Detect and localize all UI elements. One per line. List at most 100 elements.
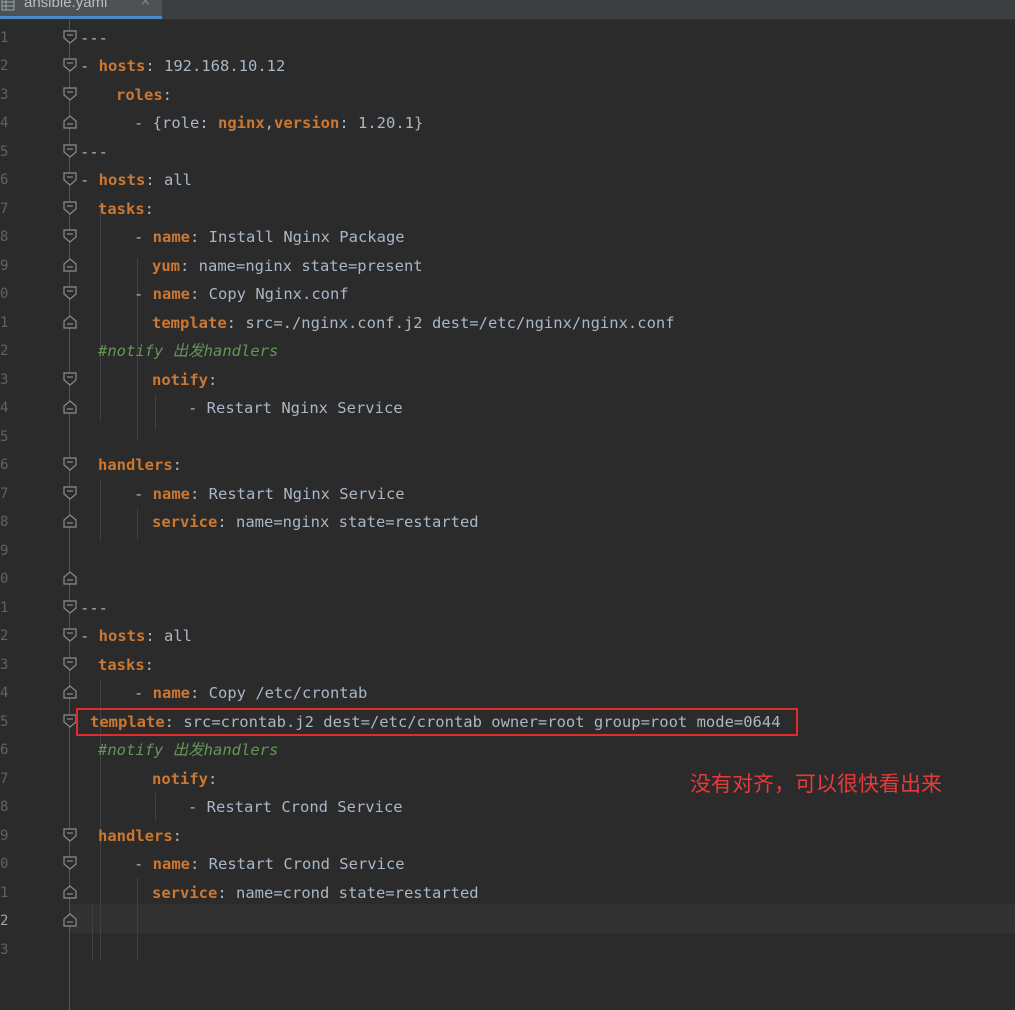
line-number: 0 bbox=[0, 571, 9, 587]
yaml-comment: #notify 出发handlers bbox=[98, 342, 279, 360]
code-line[interactable]: notify: bbox=[152, 770, 217, 788]
fold-collapse-icon[interactable] bbox=[63, 628, 77, 642]
fold-collapse-icon[interactable] bbox=[63, 713, 77, 728]
line-number: 7 bbox=[0, 485, 9, 502]
tab-ansible-yaml[interactable]: ansible.yaml × bbox=[0, 0, 162, 19]
code-line[interactable]: handlers: bbox=[98, 456, 182, 474]
fold-collapse-icon[interactable] bbox=[63, 286, 77, 300]
code-line[interactable]: service: name=nginx state=restarted bbox=[152, 513, 479, 531]
indent-guide bbox=[92, 905, 93, 960]
fold-collapse-icon[interactable] bbox=[63, 485, 77, 500]
code-line[interactable]: handlers: bbox=[98, 827, 182, 845]
yaml-comment: #notify 出发handlers bbox=[98, 741, 279, 759]
yaml-value: : bbox=[172, 826, 182, 845]
code-line[interactable]: tasks: bbox=[98, 200, 154, 218]
fold-collapse-icon[interactable] bbox=[63, 856, 77, 870]
annotation-text: 没有对齐，可以很快看出来 bbox=[690, 772, 942, 796]
code-line[interactable]: - name: Copy Nginx.conf bbox=[134, 285, 349, 303]
yaml-key: version bbox=[274, 114, 340, 132]
fold-collapse-icon[interactable] bbox=[63, 29, 77, 44]
line-number: 3 bbox=[0, 941, 9, 958]
line-number: 9 bbox=[0, 257, 9, 274]
indent-guide bbox=[155, 793, 156, 820]
code-line[interactable]: --- bbox=[80, 143, 108, 161]
yaml-value: - bbox=[80, 627, 99, 645]
code-line[interactable]: #notify 出发handlers bbox=[98, 741, 278, 759]
yaml-key: hosts bbox=[98, 627, 146, 645]
code-line[interactable]: template: src=./nginx.conf.j2 dest=/etc/… bbox=[152, 314, 675, 332]
yaml-value: : Install Nginx Package bbox=[190, 228, 405, 246]
fold-end-icon[interactable] bbox=[63, 115, 77, 129]
code-line[interactable]: --- bbox=[80, 599, 108, 617]
yaml-value: : all bbox=[145, 627, 193, 645]
fold-end-icon[interactable] bbox=[63, 400, 77, 414]
fold-end-icon[interactable] bbox=[63, 314, 77, 329]
code-line[interactable]: - {role: nginx,version: 1.20.1} bbox=[134, 114, 423, 132]
fold-collapse-icon[interactable] bbox=[63, 371, 77, 386]
yaml-value: : src=./nginx.conf.j2 dest=/etc/nginx/ng… bbox=[226, 313, 675, 332]
line-number: 3 bbox=[0, 656, 9, 673]
fold-collapse-icon[interactable] bbox=[63, 827, 77, 842]
yaml-value: : 1.20.1} bbox=[339, 114, 424, 132]
fold-collapse-icon[interactable] bbox=[63, 200, 77, 215]
indent-guide bbox=[137, 878, 138, 960]
yaml-key: handlers bbox=[98, 826, 173, 845]
code-line[interactable]: - name: Restart Nginx Service bbox=[134, 485, 405, 503]
close-icon[interactable]: × bbox=[140, 0, 151, 9]
fold-end-icon[interactable] bbox=[63, 685, 77, 699]
yaml-value: - bbox=[134, 684, 153, 702]
code-line[interactable]: - hosts: all bbox=[80, 171, 192, 189]
fold-collapse-icon[interactable] bbox=[63, 58, 77, 72]
line-number: 8 bbox=[0, 799, 9, 815]
code-line[interactable]: - Restart Nginx Service bbox=[188, 399, 403, 417]
yaml-value: : name=nginx state=restarted bbox=[217, 513, 479, 531]
fold-end-icon[interactable] bbox=[63, 514, 77, 528]
fold-collapse-icon[interactable] bbox=[63, 172, 77, 186]
fold-collapse-icon[interactable] bbox=[63, 143, 77, 158]
tab-filename: ansible.yaml bbox=[24, 0, 108, 11]
code-line[interactable]: - Restart Crond Service bbox=[188, 798, 403, 816]
line-number: 1 bbox=[0, 29, 9, 46]
code-line[interactable]: - hosts: all bbox=[80, 627, 192, 645]
code-line[interactable]: --- bbox=[80, 29, 108, 47]
indent-guide bbox=[100, 200, 101, 420]
yaml-key: name bbox=[152, 684, 190, 702]
code-line[interactable]: #notify 出发handlers bbox=[98, 342, 278, 360]
line-number: 1 bbox=[0, 314, 9, 331]
code-line[interactable]: yum: name=nginx state=present bbox=[152, 257, 423, 275]
fold-collapse-icon[interactable] bbox=[63, 599, 77, 614]
line-number: 4 bbox=[0, 400, 9, 416]
fold-collapse-icon[interactable] bbox=[63, 229, 77, 243]
line-number: 0 bbox=[0, 286, 9, 302]
yaml-value: , bbox=[264, 114, 275, 132]
yaml-key: roles bbox=[116, 85, 163, 104]
fold-collapse-icon[interactable] bbox=[63, 86, 77, 101]
fold-end-icon[interactable] bbox=[63, 257, 77, 272]
code-line[interactable]: - name: Install Nginx Package bbox=[134, 228, 405, 246]
code-line[interactable]: service: name=crond state=restarted bbox=[152, 884, 479, 902]
code-line[interactable]: - name: Copy /etc/crontab bbox=[134, 684, 367, 702]
line-number: 3 bbox=[0, 371, 9, 388]
line-number: 5 bbox=[0, 428, 9, 445]
line-number: 2 bbox=[0, 628, 9, 644]
code-line[interactable]: notify: bbox=[152, 371, 217, 389]
yaml-value: --- bbox=[80, 142, 108, 161]
yaml-value: - bbox=[134, 228, 153, 246]
yaml-key: nginx bbox=[218, 114, 265, 132]
yaml-value: - {role: bbox=[134, 114, 218, 132]
fold-collapse-icon[interactable] bbox=[63, 656, 77, 671]
yaml-key: hosts bbox=[98, 57, 146, 75]
yaml-key: hosts bbox=[98, 171, 146, 189]
code-line[interactable]: - name: Restart Crond Service bbox=[134, 855, 405, 873]
yaml-key: notify bbox=[152, 769, 208, 788]
fold-end-icon[interactable] bbox=[63, 884, 77, 899]
code-line[interactable]: roles: bbox=[116, 86, 172, 104]
yaml-value: : 192.168.10.12 bbox=[145, 57, 286, 75]
code-line[interactable]: - hosts: 192.168.10.12 bbox=[80, 57, 285, 75]
code-line[interactable]: tasks: bbox=[98, 656, 154, 674]
fold-end-icon[interactable] bbox=[63, 913, 77, 927]
fold-end-icon[interactable] bbox=[63, 571, 77, 585]
fold-collapse-icon[interactable] bbox=[63, 457, 77, 471]
yaml-value: : bbox=[172, 456, 182, 474]
yaml-key: name bbox=[152, 484, 190, 503]
